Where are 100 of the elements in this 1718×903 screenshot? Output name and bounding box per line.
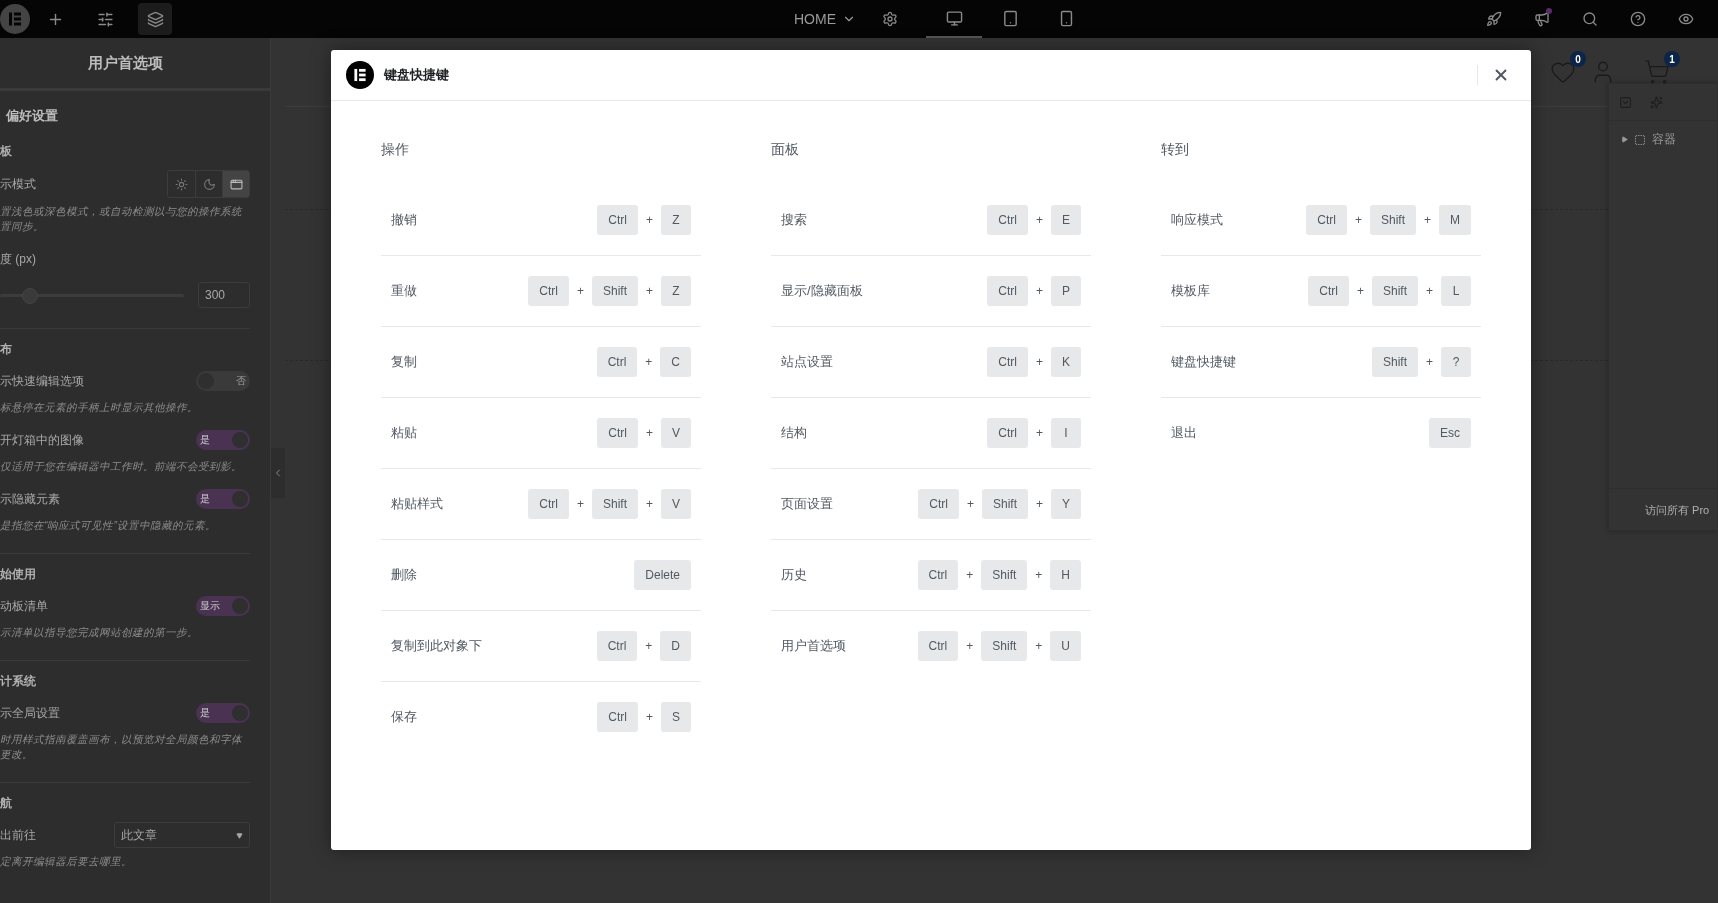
dialog-logo bbox=[346, 61, 374, 89]
keycap: Shift bbox=[981, 489, 1028, 519]
layers-icon bbox=[146, 10, 164, 28]
shortcut-label: 粘贴样式 bbox=[391, 495, 443, 513]
plus-sign: + bbox=[1426, 284, 1433, 298]
keycap: Z bbox=[661, 205, 691, 235]
keycap: Ctrl bbox=[987, 276, 1028, 306]
shortcut-label: 撤销 bbox=[391, 211, 417, 229]
setting-label: 动板清单 bbox=[0, 597, 48, 615]
plus-sign: + bbox=[1036, 426, 1043, 440]
keycap: Z bbox=[661, 276, 691, 306]
plus-sign: + bbox=[1356, 284, 1364, 298]
navigator-item[interactable]: 容器 bbox=[1609, 121, 1717, 158]
keycap: Shift bbox=[1371, 347, 1418, 377]
plus-sign: + bbox=[645, 710, 653, 724]
plus-sign: + bbox=[1035, 284, 1043, 298]
setting-description: 仅适用于您在编辑器中工作时。前端不会受到影。 bbox=[0, 459, 243, 474]
setting-label: 示快速编辑选项 bbox=[0, 372, 84, 390]
keycap: E bbox=[1051, 205, 1081, 235]
shortcut-label: 复制到此对象下 bbox=[391, 637, 482, 655]
keycap: Ctrl bbox=[1308, 276, 1349, 306]
toggle-switch[interactable]: 是 bbox=[196, 430, 250, 450]
keycap: Ctrl bbox=[917, 631, 959, 661]
shortcut-label: 复制 bbox=[391, 353, 417, 371]
keycap: Ctrl bbox=[597, 418, 638, 448]
keycap: L bbox=[1441, 276, 1471, 306]
panel-title: 用户首选项 bbox=[0, 38, 270, 91]
setting-description: 置浅色或深色模式，或自动检测以与您的操作系统置同步。 bbox=[0, 204, 244, 234]
keycap: K bbox=[1051, 347, 1081, 377]
plus-sign: + bbox=[1354, 213, 1362, 227]
keycap: C bbox=[660, 347, 691, 377]
section-title: 航 bbox=[0, 795, 13, 812]
shortcut-label: 历史 bbox=[781, 566, 807, 584]
toggle-switch[interactable]: 是 bbox=[196, 703, 250, 723]
keycap: I bbox=[1051, 418, 1081, 448]
eye-icon bbox=[1678, 11, 1694, 27]
plus-sign: + bbox=[1035, 213, 1043, 227]
column-heading: 操作 bbox=[381, 141, 410, 159]
setting-label: 示模式 bbox=[0, 175, 36, 193]
keycap: Shift bbox=[591, 276, 638, 306]
shortcut-label: 重做 bbox=[391, 282, 417, 300]
toggle-switch[interactable]: 是 bbox=[196, 489, 250, 509]
column-heading: 面板 bbox=[771, 141, 800, 159]
keycap: Shift bbox=[591, 489, 638, 519]
section-title: 计系统 bbox=[0, 673, 37, 690]
plus-sign: + bbox=[576, 284, 584, 298]
column-heading: 转到 bbox=[1161, 141, 1190, 159]
setting-label: 出前往 bbox=[0, 826, 36, 844]
setting-description: 标悬停在元素的手柄上时显示其他操作。 bbox=[0, 400, 199, 415]
keycap: P bbox=[1051, 276, 1081, 306]
layers-button[interactable] bbox=[138, 3, 172, 35]
plus-sign: + bbox=[645, 639, 653, 653]
tablet-icon bbox=[1001, 9, 1019, 27]
section-title: 始使用 bbox=[0, 566, 37, 583]
keycap: Ctrl bbox=[528, 276, 569, 306]
plus-sign: + bbox=[966, 568, 974, 582]
keycap: Shift bbox=[1371, 276, 1418, 306]
setting-label: 示隐藏元素 bbox=[0, 490, 60, 508]
keycap: S bbox=[661, 702, 691, 732]
count-badge: 0 bbox=[1570, 51, 1586, 67]
settings-icon bbox=[882, 11, 898, 27]
keycap: Shift bbox=[981, 560, 1028, 590]
megaphone-icon bbox=[1534, 11, 1550, 27]
toggle-switch[interactable]: 否 bbox=[196, 371, 250, 391]
keycap: Shift bbox=[981, 631, 1028, 661]
keycap: Ctrl bbox=[918, 489, 959, 519]
shortcut-label: 结构 bbox=[781, 424, 807, 442]
rocket-icon bbox=[1486, 11, 1502, 27]
help-icon bbox=[1630, 11, 1646, 27]
keycap: Ctrl bbox=[1306, 205, 1347, 235]
keycap: Ctrl bbox=[597, 702, 638, 732]
plus-sign: + bbox=[966, 639, 974, 653]
sun-icon bbox=[175, 177, 188, 191]
desktop-icon bbox=[945, 9, 963, 27]
shortcut-label: 粘贴 bbox=[391, 424, 417, 442]
page-menu[interactable]: HOME bbox=[784, 0, 866, 38]
caret-icon bbox=[1621, 136, 1628, 143]
auto-mode-button[interactable] bbox=[222, 171, 249, 197]
dialog-title: 键盘快捷键 bbox=[384, 66, 450, 84]
setting-description: 时用样式指南覆盖画布，以预览对全局颜色和字体更改。 bbox=[0, 732, 243, 762]
shortcut-label: 显示/隐藏面板 bbox=[781, 282, 863, 300]
keycap: Shift bbox=[1369, 205, 1416, 235]
window-icon bbox=[229, 177, 243, 191]
toggle-switch[interactable]: 显示 bbox=[196, 596, 250, 616]
caret-icon bbox=[236, 831, 243, 839]
setting-label: 示全局设置 bbox=[0, 704, 60, 722]
shortcut-label: 用户首选项 bbox=[781, 637, 846, 655]
keycap: Ctrl bbox=[597, 205, 638, 235]
dropdown-select[interactable]: 此文章 bbox=[114, 822, 250, 848]
keycap: Delete bbox=[634, 560, 691, 590]
keycap: M bbox=[1439, 205, 1471, 235]
count-badge: 1 bbox=[1664, 51, 1680, 67]
plus-sign: + bbox=[645, 355, 653, 369]
sliders-icon bbox=[96, 10, 114, 28]
plus-sign: + bbox=[1035, 355, 1043, 369]
shortcut-label: 键盘快捷键 bbox=[1171, 353, 1236, 371]
number-input[interactable]: 300 bbox=[198, 282, 250, 308]
plus-sign: + bbox=[1035, 639, 1043, 653]
container-icon bbox=[1634, 133, 1646, 146]
search-icon bbox=[1582, 11, 1598, 27]
